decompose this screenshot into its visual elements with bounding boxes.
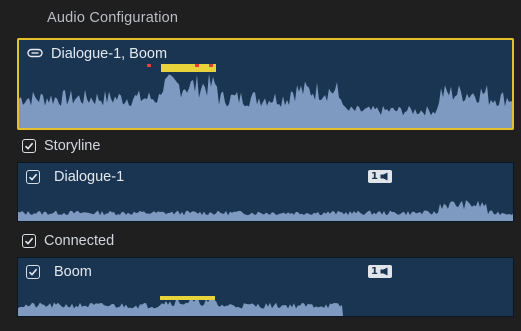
section-label-connected: Connected — [44, 233, 115, 249]
clip-boom-header: Boom — [18, 258, 513, 286]
connected-checkbox[interactable] — [22, 234, 36, 248]
clip-boom-title: Boom — [54, 264, 92, 280]
section-connected[interactable]: Connected — [22, 230, 114, 252]
channel-badge: 1 — [368, 170, 392, 183]
linked-clip-icon — [27, 45, 43, 63]
combined-clip-title: Dialogue-1, Boom — [51, 46, 168, 62]
combined-clip[interactable]: Dialogue-1, Boom — [17, 38, 514, 130]
dialogue-1-checkbox[interactable] — [26, 170, 40, 184]
boom-waveform — [18, 286, 513, 316]
waveform-shape — [18, 298, 343, 316]
channel-badge: 1 — [368, 265, 392, 278]
clip-peak-indicator — [195, 64, 199, 67]
panel-title: Audio Configuration — [47, 10, 179, 26]
clip-dialogue-1-header: Dialogue-1 — [18, 163, 513, 191]
clip-peak-indicator — [147, 64, 151, 67]
mono-channel-icon: 1 — [368, 170, 392, 183]
boom-checkbox[interactable] — [26, 265, 40, 279]
section-label-storyline: Storyline — [44, 138, 101, 154]
waveform-shape — [18, 200, 513, 221]
channel-count: 1 — [371, 266, 378, 277]
clip-dialogue-1[interactable]: Dialogue-1 1 — [17, 162, 514, 222]
dialogue-1-waveform — [18, 191, 513, 221]
clip-dialogue-1-title: Dialogue-1 — [54, 169, 125, 185]
section-storyline[interactable]: Storyline — [22, 135, 100, 157]
peak-level-indicator — [161, 64, 216, 72]
channel-count: 1 — [371, 171, 378, 182]
clip-boom[interactable]: Boom 1 — [17, 257, 514, 317]
mono-channel-icon: 1 — [368, 265, 392, 278]
combined-clip-waveform — [19, 64, 512, 128]
waveform-shape — [19, 73, 512, 128]
clip-peak-indicator — [209, 64, 213, 67]
peak-level-indicator — [160, 296, 215, 300]
storyline-checkbox[interactable] — [22, 139, 36, 153]
